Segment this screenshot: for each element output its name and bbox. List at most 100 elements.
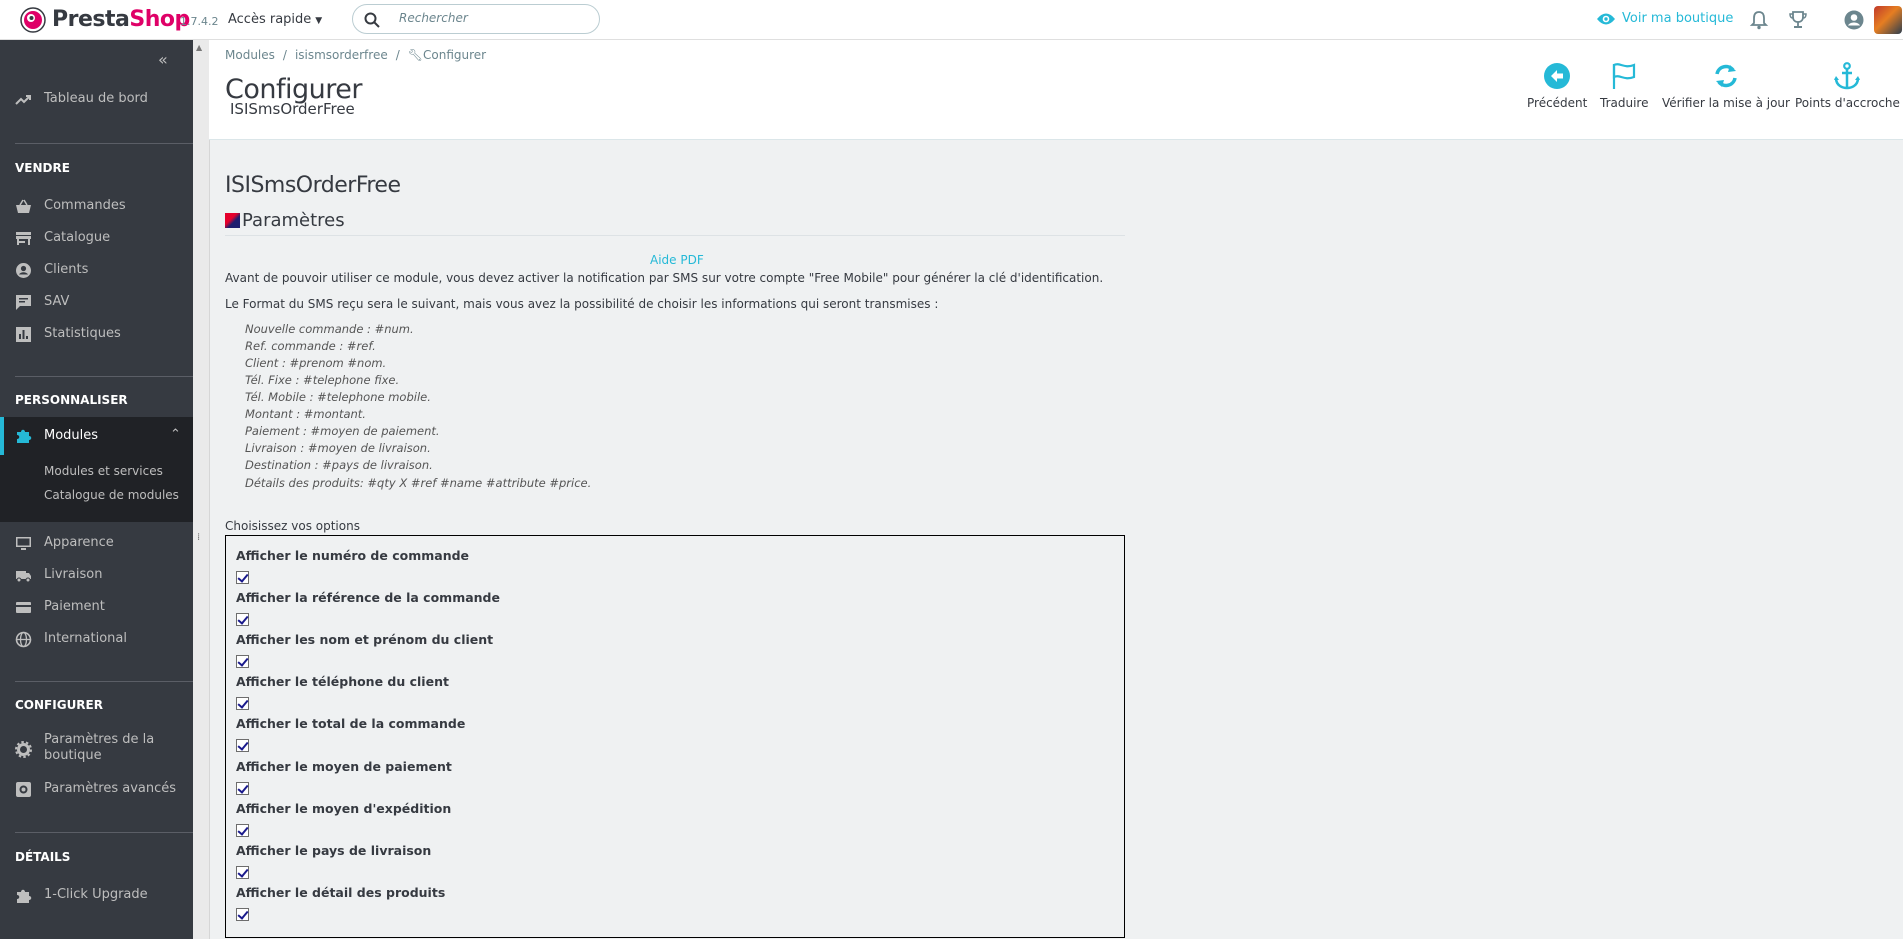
- sidebar-item-label: Paiement: [44, 599, 105, 614]
- format-line: Client : #prenom #nom.: [245, 356, 387, 370]
- option-checkbox-customer-name[interactable]: [236, 655, 249, 668]
- bell-icon[interactable]: [1748, 9, 1770, 31]
- shopping-basket-icon: [16, 199, 31, 213]
- desktop-icon: [16, 537, 31, 550]
- format-line: Montant : #montant.: [245, 407, 366, 421]
- wrench-icon: 🔧︎: [407, 48, 423, 62]
- prestashop-logo-icon[interactable]: [20, 7, 46, 33]
- sidebar-item-label: Catalogue: [44, 230, 111, 245]
- options-fieldset: Afficher le numéro de commande Afficher …: [225, 535, 1125, 938]
- translate-button-label: Traduire: [1600, 96, 1649, 110]
- sidebar-section-details: DÉTAILS: [15, 850, 71, 864]
- sidebar-divider: [15, 832, 193, 833]
- view-shop-link[interactable]: Voir ma boutique: [1596, 11, 1733, 26]
- refresh-icon: [1715, 64, 1737, 88]
- brand-name[interactable]: PrestaShop: [52, 7, 190, 32]
- sidebar-item-label: Tableau de bord: [44, 91, 148, 106]
- page-subtitle: ISISmsOrderFree: [230, 100, 355, 118]
- sidebar-section-configure: CONFIGURER: [15, 698, 103, 712]
- puzzle-icon: [17, 429, 32, 443]
- search-input[interactable]: [397, 10, 591, 26]
- option-checkbox-shipping-method[interactable]: [236, 824, 249, 837]
- globe-icon: [15, 631, 32, 648]
- sidebar-divider: [15, 681, 193, 682]
- option-checkbox-delivery-country[interactable]: [236, 866, 249, 879]
- sidebar-item-dashboard[interactable]: Tableau de bord: [0, 86, 193, 112]
- version-label: 1.7.4.2: [180, 15, 219, 28]
- breadcrumb-modules[interactable]: Modules: [225, 48, 275, 62]
- sidebar-item-orders[interactable]: Commandes: [0, 193, 193, 219]
- bar-chart-icon: [16, 327, 31, 342]
- format-line: Tél. Fixe : #telephone fixe.: [245, 373, 400, 387]
- params-heading-label: Paramètres: [242, 210, 345, 231]
- sidebar-item-support[interactable]: SAV: [0, 289, 193, 315]
- module-logo-icon: [225, 213, 240, 228]
- sidebar-subitem-modules-catalog[interactable]: Catalogue de modules: [44, 488, 179, 502]
- option-label: Afficher le détail des produits: [236, 885, 446, 900]
- search-box[interactable]: [352, 4, 600, 34]
- sidebar-item-label: Livraison: [44, 567, 103, 582]
- option-checkbox-order-number[interactable]: [236, 571, 249, 584]
- view-shop-label: Voir ma boutique: [1622, 11, 1734, 26]
- scroll-up-icon[interactable]: ▲: [196, 43, 202, 52]
- eye-icon: [1597, 13, 1615, 25]
- sidebar-item-advanced-params[interactable]: Paramètres avancés: [0, 776, 193, 802]
- resize-grip-icon[interactable]: ⁞: [197, 532, 200, 543]
- anchor-icon: [1834, 62, 1861, 90]
- sidebar-item-customers[interactable]: Clients: [0, 257, 193, 283]
- breadcrumb-module[interactable]: isismsorderfree: [295, 48, 388, 62]
- sidebar-item-1-click-upgrade[interactable]: 1-Click Upgrade: [0, 882, 193, 908]
- params-heading: Paramètres: [225, 210, 1125, 236]
- collapse-sidebar-icon[interactable]: «: [158, 50, 168, 69]
- caret-down-icon: ▼: [315, 16, 323, 26]
- sidebar-item-label: Apparence: [44, 535, 114, 550]
- back-button[interactable]: Précédent: [1527, 62, 1587, 110]
- check-update-button[interactable]: Vérifier la mise à jour: [1662, 62, 1790, 110]
- sidebar-subitem-modules-services[interactable]: Modules et services: [44, 464, 163, 478]
- sidebar-item-label: 1-Click Upgrade: [44, 887, 148, 902]
- option-checkbox-customer-phone[interactable]: [236, 697, 249, 710]
- avatar[interactable]: [1874, 6, 1902, 34]
- top-bar: PrestaShop 1.7.4.2 Accès rapide▼ Voir ma…: [0, 0, 1903, 40]
- credit-card-icon: [16, 602, 31, 613]
- sidebar-item-international[interactable]: International: [0, 626, 193, 652]
- sidebar-item-label: Paramètres avancés: [44, 781, 177, 796]
- sidebar-submenu-modules: Modules et services Catalogue de modules: [0, 455, 193, 522]
- check-update-button-label: Vérifier la mise à jour: [1662, 96, 1790, 110]
- quick-access-dropdown[interactable]: Accès rapide ▼: [228, 12, 322, 27]
- hooks-button[interactable]: Points d'accroche: [1795, 62, 1900, 110]
- chat-icon: [16, 295, 31, 310]
- sidebar-item-modules[interactable]: Modules ⌃: [0, 417, 193, 455]
- sidebar-item-label: SAV: [44, 294, 70, 309]
- quick-access-label: Accès rapide: [228, 12, 312, 27]
- option-label: Afficher le pays de livraison: [236, 843, 432, 858]
- sidebar-item-catalog[interactable]: Catalogue: [0, 225, 193, 251]
- breadcrumb-separator: /: [395, 48, 400, 62]
- trending-up-icon: [15, 95, 31, 105]
- option-checkbox-product-details[interactable]: [236, 908, 249, 921]
- breadcrumb-configure: Configurer: [423, 48, 487, 62]
- account-circle-icon: [16, 263, 31, 278]
- format-line: Paiement : #moyen de paiement.: [245, 424, 440, 438]
- sidebar-item-label: International: [44, 631, 127, 646]
- chevron-up-icon[interactable]: ⌃: [170, 427, 181, 442]
- user-icon[interactable]: [1843, 9, 1865, 31]
- sidebar-scrollbar[interactable]: ▲ ⁞: [193, 40, 210, 939]
- search-icon[interactable]: [364, 12, 380, 28]
- aide-pdf-link[interactable]: Aide PDF: [650, 253, 704, 267]
- sidebar-item-appearance[interactable]: Apparence: [0, 530, 193, 556]
- translate-button[interactable]: Traduire: [1600, 62, 1648, 110]
- sidebar-item-shop-params[interactable]: Paramètres de la boutique: [0, 732, 193, 768]
- sidebar-item-payment[interactable]: Paiement: [0, 594, 193, 620]
- sidebar-item-stats[interactable]: Statistiques: [0, 321, 193, 347]
- trophy-icon[interactable]: [1787, 9, 1809, 31]
- breadcrumb-separator: /: [282, 48, 287, 62]
- option-checkbox-payment-method[interactable]: [236, 782, 249, 795]
- sidebar: « Tableau de bord VENDRE Commandes Catal…: [0, 40, 193, 939]
- puzzle-icon: [17, 889, 32, 903]
- option-checkbox-order-total[interactable]: [236, 739, 249, 752]
- sidebar-item-label: Clients: [44, 262, 89, 277]
- option-label: Afficher le moyen d'expédition: [236, 801, 452, 816]
- sidebar-item-shipping[interactable]: Livraison: [0, 562, 193, 588]
- option-checkbox-order-reference[interactable]: [236, 613, 249, 626]
